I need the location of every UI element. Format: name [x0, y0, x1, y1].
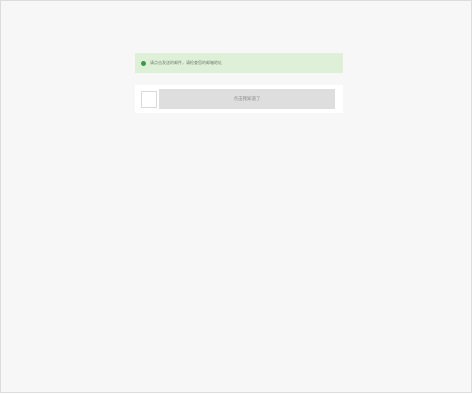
- success-dot-icon: [141, 60, 146, 66]
- confirm-checkbox[interactable]: [141, 91, 157, 108]
- action-panel: 点击我知道了: [135, 85, 343, 113]
- alert-message: 请点击发送的邮件，请检查您的邮箱地址: [150, 60, 222, 65]
- success-alert: 请点击发送的邮件，请检查您的邮箱地址: [135, 53, 343, 73]
- agree-button[interactable]: 点击我知道了: [159, 89, 335, 109]
- page-container: 请点击发送的邮件，请检查您的邮箱地址 点击我知道了: [0, 0, 472, 393]
